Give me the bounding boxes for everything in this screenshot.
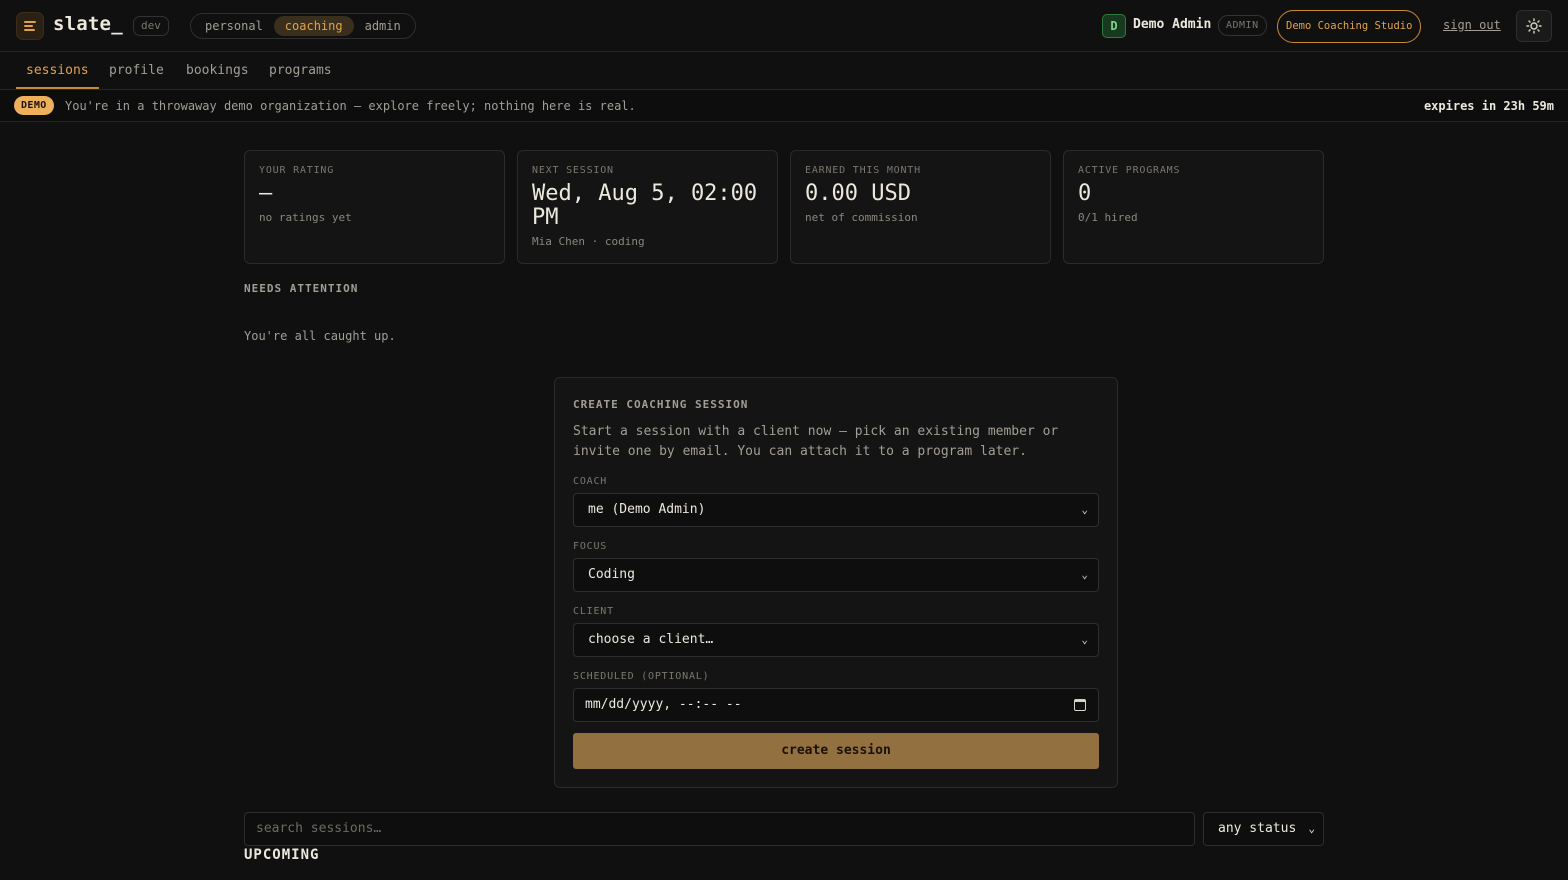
avatar[interactable]: D (1102, 14, 1126, 38)
needs-attention-empty: You're all caught up. (244, 329, 396, 343)
sign-out-link[interactable]: sign out (1443, 18, 1501, 32)
env-badge: dev (133, 16, 169, 36)
user-name: Demo Admin (1133, 17, 1212, 32)
status-filter-value: any status (1218, 821, 1297, 836)
context-coaching[interactable]: coaching (273, 16, 354, 36)
coach-select-value: me (Demo Admin) (588, 502, 706, 517)
role-badge: ADMIN (1218, 15, 1267, 36)
context-admin[interactable]: admin (354, 16, 412, 36)
chevron-down-icon: ⌄ (1308, 822, 1315, 835)
focus-select-value: Coding (588, 567, 635, 582)
tab-bookings[interactable]: bookings (186, 52, 249, 89)
calendar-icon[interactable] (1074, 699, 1086, 711)
focus-label: FOCUS (573, 541, 608, 552)
scheduled-label: SCHEDULED (OPTIONAL) (573, 671, 710, 682)
create-session-button[interactable]: create session (573, 733, 1099, 769)
stat-sub: net of commission (805, 211, 918, 224)
demo-badge: DEMO (14, 96, 54, 115)
sun-icon (1526, 18, 1542, 34)
client-select[interactable]: choose a client… ⌄ (573, 623, 1099, 657)
chevron-down-icon: ⌄ (1081, 568, 1088, 581)
org-switcher-button[interactable]: Demo Coaching Studio (1277, 10, 1422, 43)
stat-value: 0 (1078, 181, 1092, 206)
stat-card-earned: EARNED THIS MONTH 0.00 USD net of commis… (790, 150, 1051, 264)
chevron-down-icon: ⌄ (1081, 633, 1088, 646)
stat-card-rating: YOUR RATING — no ratings yet (244, 150, 505, 264)
context-personal[interactable]: personal (194, 16, 274, 36)
upcoming-heading: UPCOMING (244, 847, 320, 863)
client-select-value: choose a client… (588, 632, 714, 647)
tab-programs[interactable]: programs (269, 52, 332, 89)
coach-select[interactable]: me (Demo Admin) ⌄ (573, 493, 1099, 527)
focus-select[interactable]: Coding ⌄ (573, 558, 1099, 592)
form-description: Start a session with a client now — pick… (573, 424, 1059, 459)
stat-value: 0.00 USD (805, 181, 911, 206)
chevron-down-icon: ⌄ (1081, 503, 1088, 516)
stat-label: NEXT SESSION (532, 165, 614, 176)
stat-value: Wed, Aug 5, 02:00 PM (532, 181, 758, 230)
tab-sessions[interactable]: sessions (16, 52, 99, 89)
theme-toggle-button[interactable] (1516, 10, 1552, 42)
stat-label: ACTIVE PROGRAMS (1078, 165, 1181, 176)
form-title: CREATE COACHING SESSION (573, 398, 749, 411)
brand-logo[interactable]: slate_ (53, 13, 123, 35)
context-switcher: personal coaching admin (190, 13, 416, 39)
coach-label: COACH (573, 476, 608, 487)
needs-attention-heading: NEEDS ATTENTION (244, 282, 359, 295)
stat-sub: no ratings yet (259, 211, 352, 224)
menu-button[interactable] (16, 12, 44, 40)
menu-icon (24, 21, 36, 31)
demo-banner-text: You're in a throwaway demo organization … (65, 99, 636, 113)
stat-label: EARNED THIS MONTH (805, 165, 921, 176)
stat-value: — (259, 181, 273, 206)
top-bar: slate_ dev personal coaching admin D Dem… (0, 0, 1568, 52)
status-filter-select[interactable]: any status ⌄ (1203, 812, 1324, 846)
demo-banner: DEMO You're in a throwaway demo organiza… (0, 90, 1568, 122)
stat-label: YOUR RATING (259, 165, 335, 176)
scheduled-datetime-value: mm/dd/yyyy, --:-- -- (585, 697, 742, 712)
sub-nav: sessions profile bookings programs (0, 52, 1568, 90)
tab-profile[interactable]: profile (109, 52, 164, 89)
create-session-form: CREATE COACHING SESSION Start a session … (554, 377, 1118, 788)
stat-card-programs: ACTIVE PROGRAMS 0 0/1 hired (1063, 150, 1324, 264)
stat-card-next-session[interactable]: NEXT SESSION Wed, Aug 5, 02:00 PM Mia Ch… (517, 150, 778, 264)
demo-expiry: expires in 23h 59m (1423, 99, 1554, 113)
stat-sub: Mia Chen · coding (532, 235, 645, 248)
client-label: CLIENT (573, 606, 614, 617)
search-sessions-input[interactable]: search sessions… (244, 812, 1195, 846)
stat-sub: 0/1 hired (1078, 211, 1138, 224)
scheduled-datetime-input[interactable]: mm/dd/yyyy, --:-- -- (573, 688, 1099, 722)
